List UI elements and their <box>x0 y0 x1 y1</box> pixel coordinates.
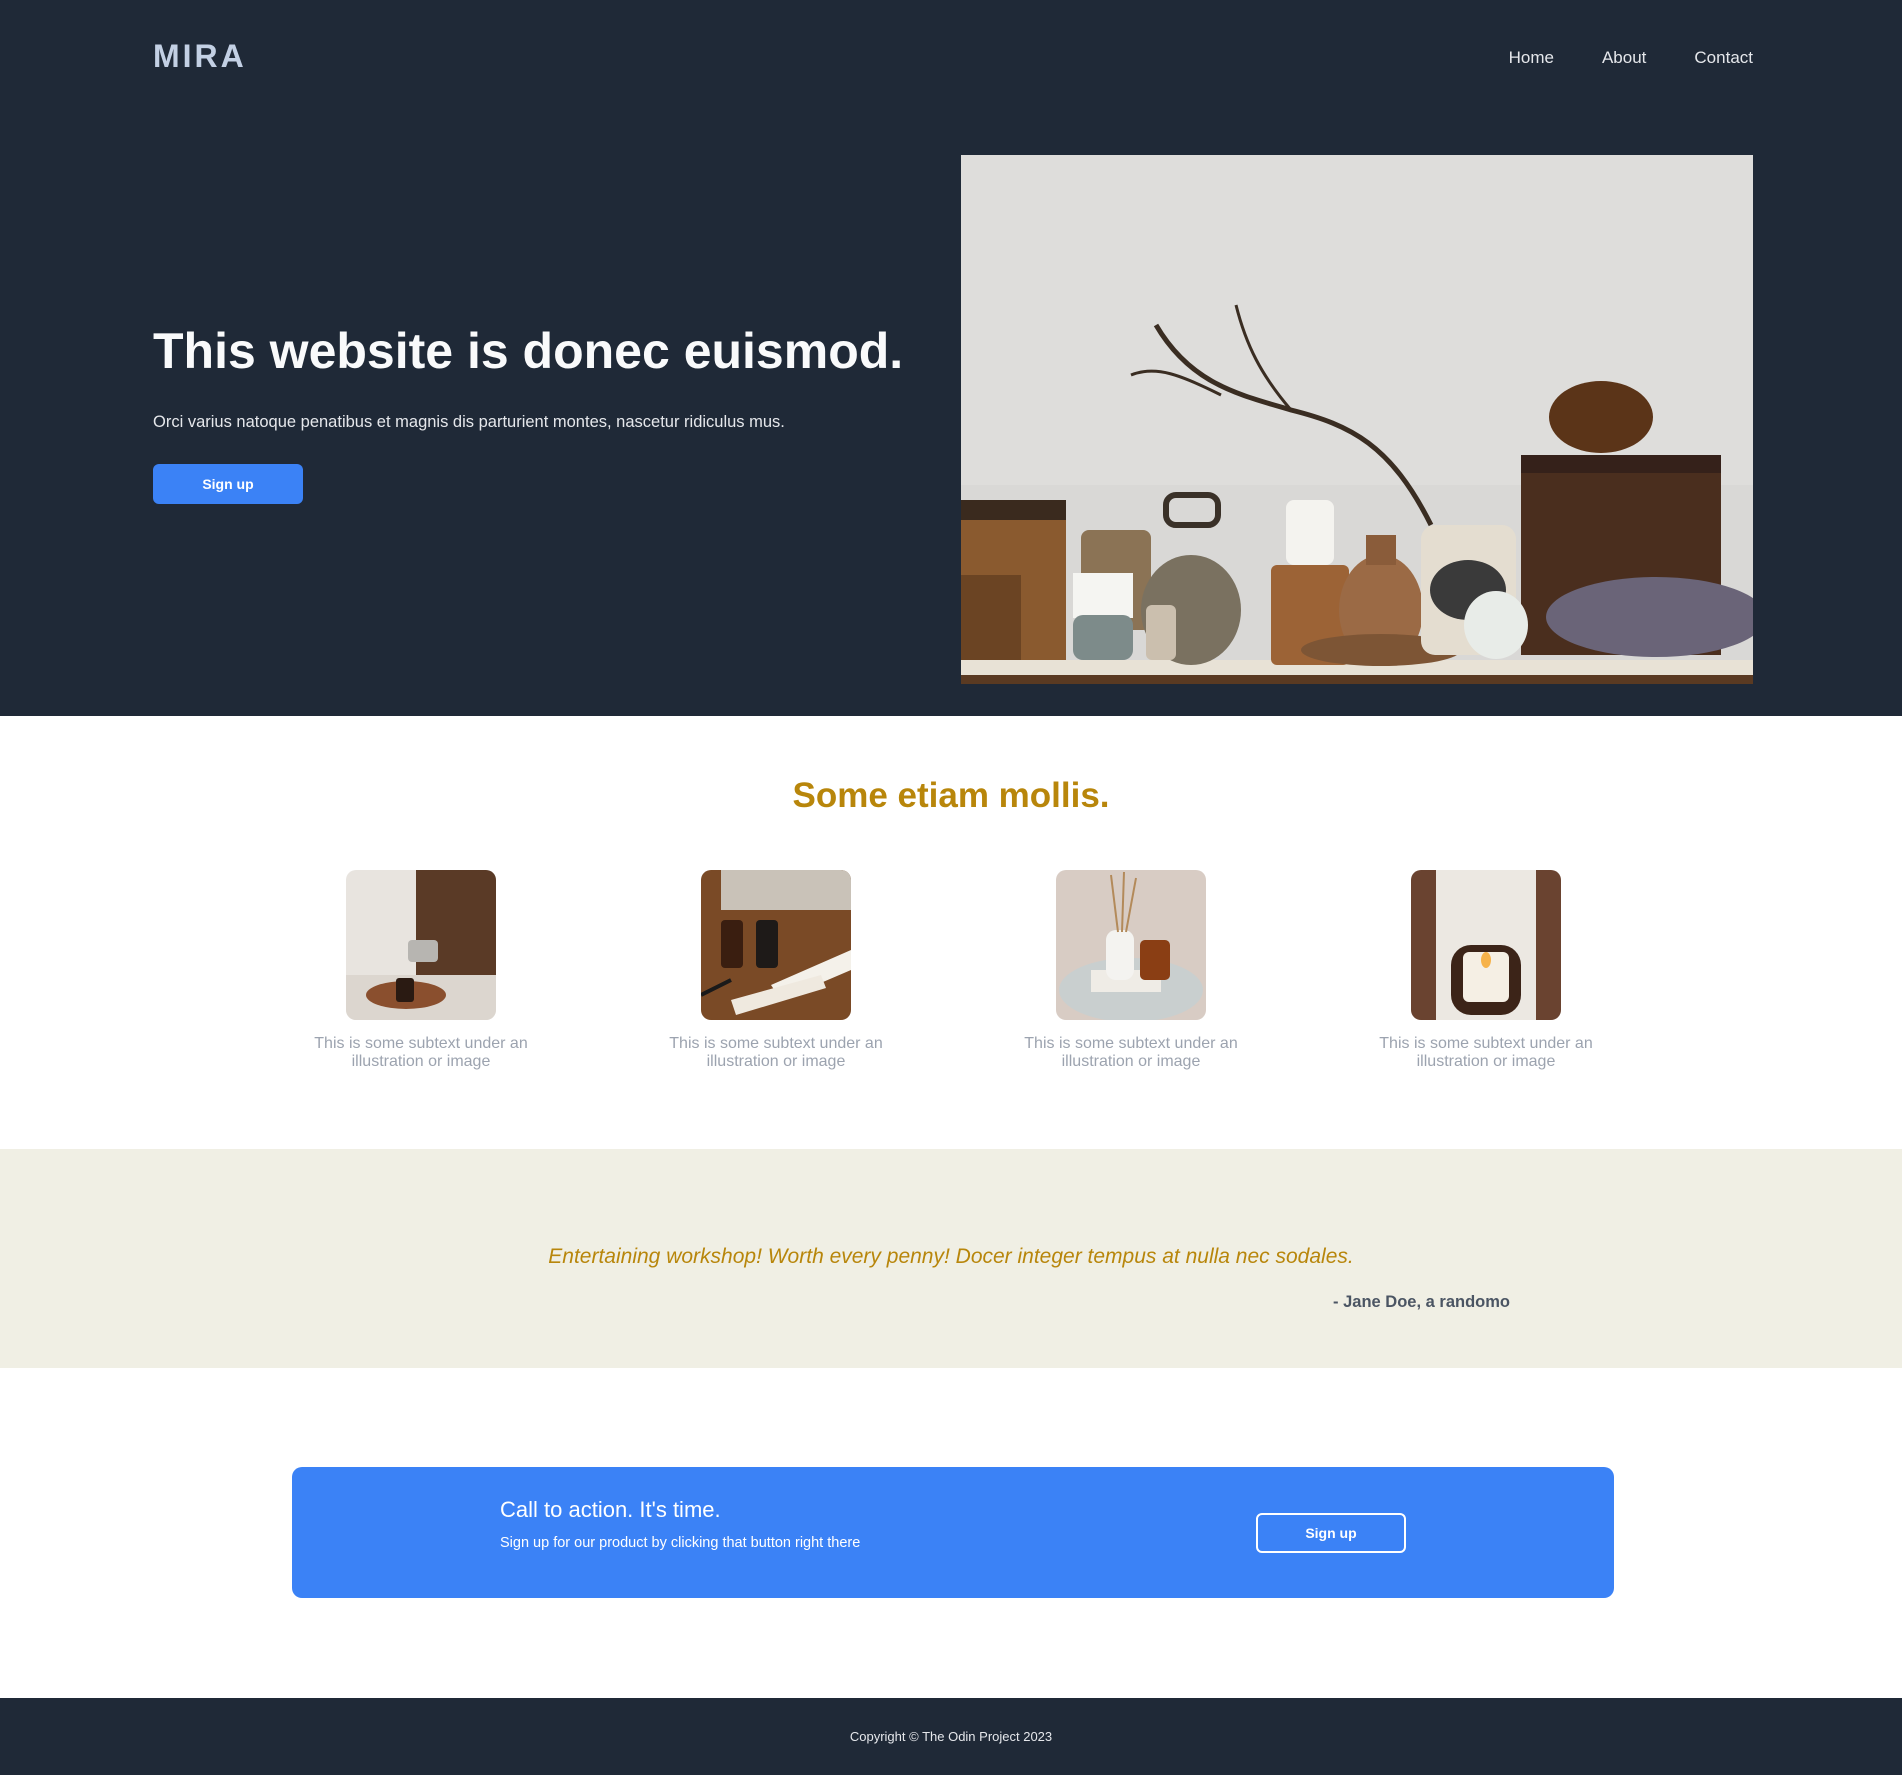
hero-section: MIRA Home About Contact This website is … <box>0 0 1902 716</box>
still-life-shelf-icon <box>961 155 1753 684</box>
nav-home-link[interactable]: Home <box>1509 48 1554 68</box>
feature-caption: This is some subtext under an illustrati… <box>314 1035 528 1070</box>
footer-copyright: Copyright © The Odin Project 2023 <box>849 1729 1053 1744</box>
feature-image <box>701 870 851 1020</box>
feature-card: This is some subtext under an illustrati… <box>1371 870 1601 1071</box>
hero-image <box>961 155 1753 684</box>
feature-image <box>346 870 496 1020</box>
feature-card: This is some subtext under an illustrati… <box>661 870 891 1071</box>
nav-about-link[interactable]: About <box>1602 48 1646 68</box>
testimonial-quote: Entertaining workshop! Worth every penny… <box>548 1245 1354 1268</box>
feature-image <box>1056 870 1206 1020</box>
main-nav: Home About Contact <box>1509 48 1753 68</box>
perfume-bottles-icon <box>701 870 851 1020</box>
cta-subtitle: Sign up for our product by clicking that… <box>500 1535 861 1551</box>
feature-caption: This is some subtext under an illustrati… <box>1379 1035 1593 1070</box>
hero-signup-button[interactable]: Sign up <box>153 464 303 504</box>
reed-diffuser-icon <box>1056 870 1206 1020</box>
feature-caption: This is some subtext under an illustrati… <box>669 1035 883 1070</box>
site-footer: Copyright © The Odin Project 2023 <box>0 1698 1902 1775</box>
hero-title: This website is donec euismod. <box>153 323 904 379</box>
feature-image <box>1411 870 1561 1020</box>
features-title: Some etiam mollis. <box>792 776 1110 815</box>
nav-contact-link[interactable]: Contact <box>1694 48 1753 68</box>
cta-banner: Call to action. It's time. Sign up for o… <box>292 1467 1614 1598</box>
testimonial-author: - Jane Doe, a randomo <box>1333 1293 1510 1311</box>
candle-in-hands-icon <box>1411 870 1561 1020</box>
cta-title: Call to action. It's time. <box>500 1497 721 1522</box>
hero-subtitle: Orci varius natoque penatibus et magnis … <box>153 413 785 431</box>
cta-signup-button[interactable]: Sign up <box>1256 1513 1406 1553</box>
pouring-candle-icon <box>346 870 496 1020</box>
feature-card: This is some subtext under an illustrati… <box>306 870 536 1071</box>
site-logo[interactable]: MIRA <box>153 38 247 75</box>
feature-card: This is some subtext under an illustrati… <box>1016 870 1246 1071</box>
feature-caption: This is some subtext under an illustrati… <box>1024 1035 1238 1070</box>
